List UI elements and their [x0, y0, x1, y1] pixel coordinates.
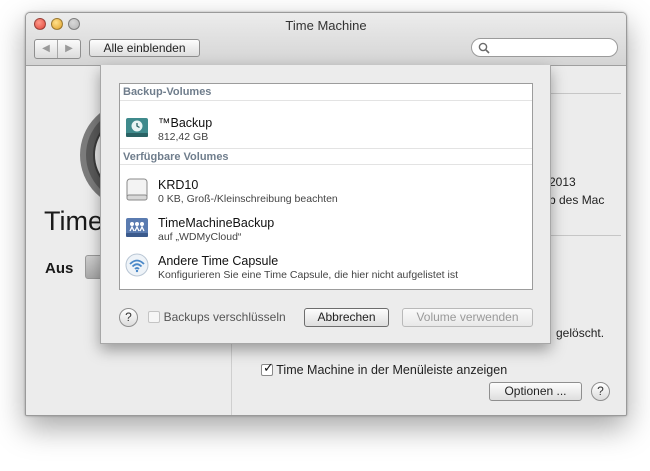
- volume-selection-sheet: Backup-Volumes ™Backup 812,42 GB Verfügb…: [100, 65, 551, 344]
- volume-name: Andere Time Capsule: [158, 254, 279, 268]
- volume-list[interactable]: Backup-Volumes ™Backup 812,42 GB Verfügb…: [119, 83, 533, 290]
- volume-detail: Konfigurieren Sie eine Time Capsule, die…: [158, 269, 458, 281]
- menubar-checkbox-label: Time Machine in der Menüleiste anzeigen: [276, 363, 508, 377]
- volume-name: ™Backup: [158, 116, 213, 130]
- volume-row-krd10[interactable]: KRD10 0 KB, Groß-/Kleinschreibung beacht…: [120, 170, 532, 208]
- search-field[interactable]: [471, 38, 618, 57]
- mac-text-fragment: b des Mac: [549, 193, 605, 207]
- last-backup-date-fragment: 2013: [549, 175, 576, 189]
- forward-button[interactable]: ▶: [58, 40, 80, 58]
- volume-name: TimeMachineBackup: [158, 216, 275, 230]
- volume-row-timemachinebackup[interactable]: TimeMachineBackup auf „WDMyCloud“: [120, 208, 532, 246]
- encrypt-checkbox[interactable]: [148, 311, 160, 323]
- network-volume-icon: [125, 215, 149, 239]
- menubar-checkbox[interactable]: ✓: [261, 360, 274, 376]
- volume-row-tmbackup[interactable]: ™Backup 812,42 GB: [120, 108, 532, 146]
- menubar-option[interactable]: ✓ Time Machine in der Menüleiste anzeige…: [261, 360, 508, 377]
- separator-top: [546, 93, 621, 94]
- pane-title: Time: [44, 206, 103, 236]
- volume-detail: 0 KB, Groß-/Kleinschreibung beachten: [158, 193, 338, 205]
- show-all-button[interactable]: Alle einblenden: [89, 39, 200, 57]
- volume-detail: auf „WDMyCloud“: [158, 231, 242, 243]
- search-icon: [478, 42, 490, 57]
- drive-icon: [125, 177, 149, 201]
- use-volume-button[interactable]: Volume verwenden: [402, 308, 533, 327]
- options-button[interactable]: Optionen ...: [489, 382, 582, 401]
- help-button[interactable]: ?: [591, 382, 610, 401]
- volume-row-other-time-capsule[interactable]: Andere Time Capsule Konfigurieren Sie ei…: [120, 246, 532, 284]
- switch-label: Aus: [45, 260, 74, 277]
- encrypt-label: Backups verschlüsseln: [163, 310, 286, 324]
- title-bar: Time Machine ◀ ▶ Alle einblenden: [26, 13, 626, 66]
- section-header-backup-volumes: Backup-Volumes: [120, 84, 532, 101]
- back-button[interactable]: ◀: [35, 40, 58, 58]
- sheet-help-button[interactable]: ?: [119, 308, 138, 327]
- encrypt-option[interactable]: Backups verschlüsseln: [148, 309, 286, 324]
- checkmark-icon: ✓: [263, 360, 274, 375]
- deleted-text-fragment: gelöscht.: [556, 326, 605, 340]
- volume-name: KRD10: [158, 178, 199, 192]
- volume-detail: 812,42 GB: [158, 131, 209, 143]
- window-title: Time Machine: [285, 18, 367, 33]
- cancel-button[interactable]: Abbrechen: [304, 308, 389, 327]
- wifi-icon: [125, 253, 149, 277]
- separator-mid: [546, 235, 621, 236]
- section-header-available-volumes: Verfügbare Volumes: [120, 148, 532, 165]
- nav-segment: ◀ ▶: [34, 39, 81, 59]
- time-machine-disk-icon: [125, 115, 149, 139]
